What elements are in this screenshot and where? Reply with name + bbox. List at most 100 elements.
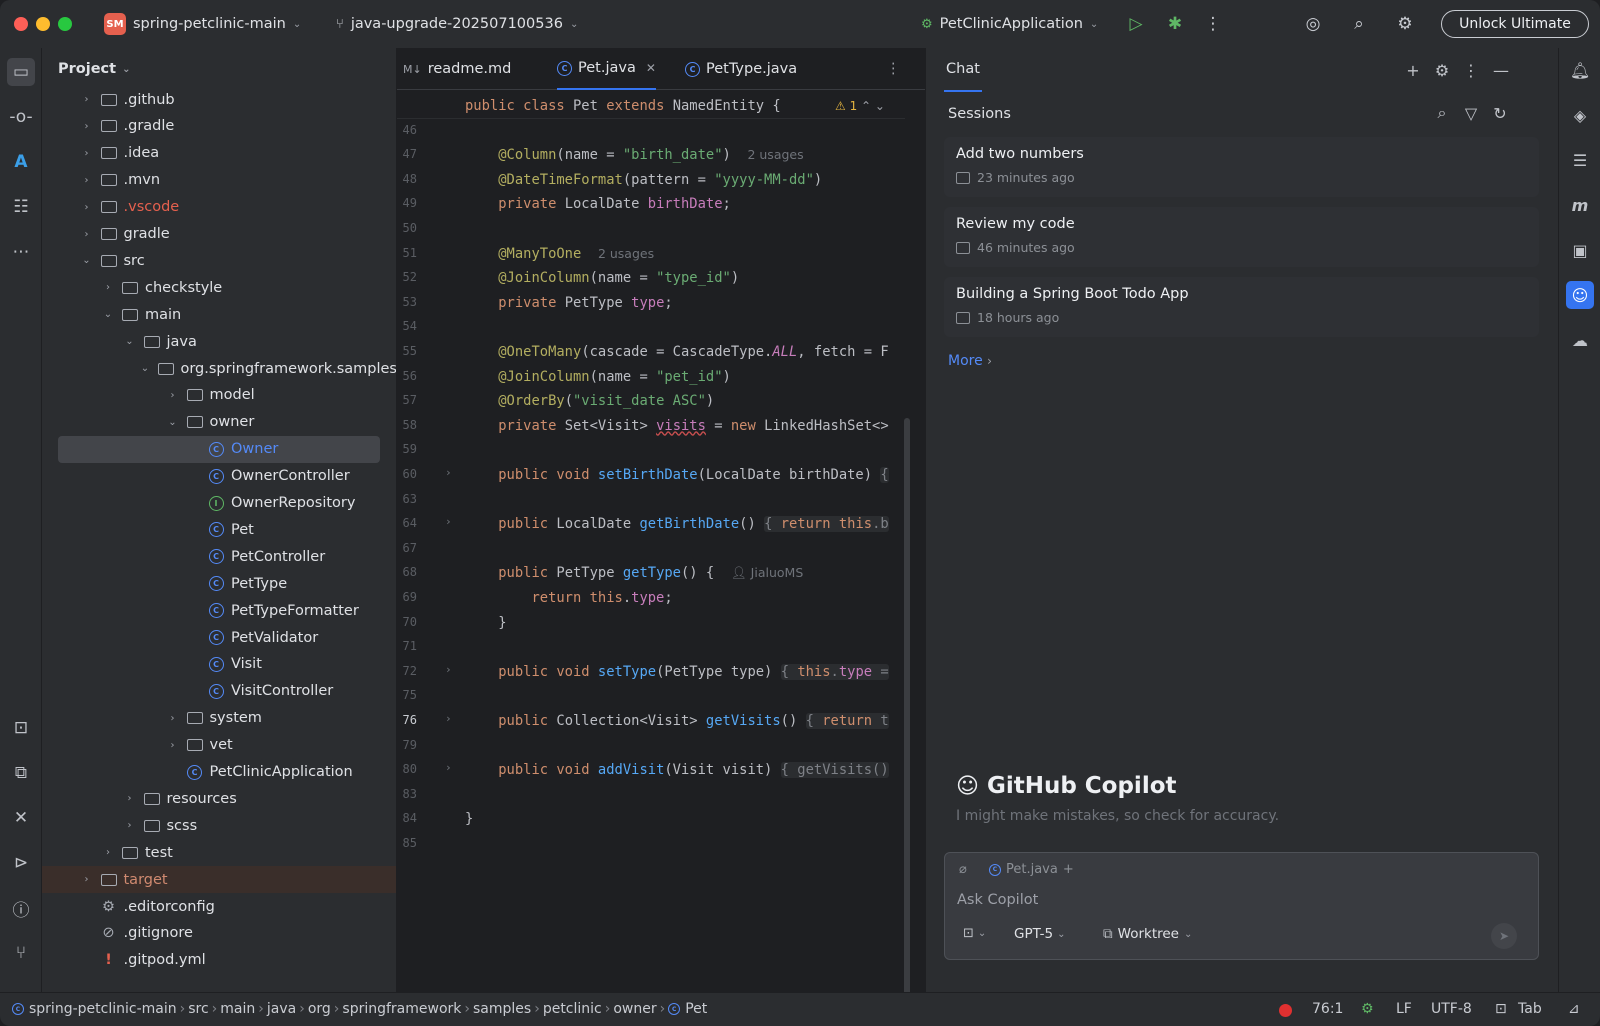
editor-scrollbar[interactable] [904,418,910,1018]
minimize-panel-icon[interactable]: — [1490,59,1512,81]
chevron-right-icon[interactable]: › [166,713,180,724]
more-sessions-link[interactable]: More › [948,353,992,369]
chevron-right-icon[interactable]: › [80,175,94,186]
chevron-right-icon[interactable]: › [123,820,137,831]
run-config-selector[interactable]: ⚙ PetClinicApplication ⌄ [921,12,1098,36]
tree-item[interactable]: C Pet [42,516,396,543]
context-file-chip[interactable]: C Pet.java + [989,862,1074,877]
chevron-right-icon[interactable]: › [123,793,137,804]
tab-pet-java[interactable]: C Pet.java ✕ [557,48,656,90]
readonly-lock-icon[interactable]: ⊿ [1568,1001,1580,1017]
breadcrumb-item[interactable]: owner [613,1001,656,1017]
services-icon[interactable]: ⧉ [7,759,35,787]
tree-item[interactable]: C PetController [42,543,396,570]
breadcrumb-item[interactable]: java [267,1001,296,1017]
cloud-icon[interactable]: ☁ [1566,326,1594,354]
chevron-down-icon[interactable]: ⌄ [80,255,94,266]
commit-icon[interactable]: -o- [7,103,35,131]
tab-readme[interactable]: M↓ readme.md [403,48,511,90]
breadcrumb-item[interactable]: src [188,1001,208,1017]
chat-input[interactable]: Ask Copilot [957,892,1038,908]
more-tools-icon[interactable]: ⋯ [7,238,35,266]
tree-item[interactable]: › resources [42,785,396,812]
close-tab-icon[interactable]: ✕ [646,61,656,75]
build-tools-icon[interactable]: ✕ [7,804,35,832]
breadcrumb-item[interactable]: main [220,1001,255,1017]
tree-item[interactable]: › checkstyle [42,274,396,301]
tree-item[interactable]: C OwnerController [42,463,396,490]
structure-icon[interactable]: ☷ [7,193,35,221]
filter-icon[interactable]: ▽ [1460,102,1482,124]
chevron-right-icon[interactable]: › [101,282,115,293]
chevron-right-icon[interactable]: › [166,390,180,401]
tree-item[interactable]: › .mvn [42,167,396,194]
tree-item[interactable]: C Owner [58,435,380,463]
tree-item[interactable]: › scss [42,812,396,839]
tree-item[interactable]: C PetClinicApplication [42,759,396,786]
model-selector[interactable]: GPT-5 ⌄ [1014,926,1065,942]
tree-item[interactable]: I OwnerRepository [42,490,396,517]
send-icon[interactable]: ➤ [1491,923,1517,949]
tree-item[interactable]: › gradle [42,221,396,248]
tree-item[interactable]: ⚙ .editorconfig [42,893,396,920]
ai-assistant-icon[interactable]: ◎ [1301,12,1325,36]
search-sessions-icon[interactable]: ⌕ [1431,102,1453,124]
unlock-ultimate-button[interactable]: Unlock Ultimate [1441,10,1589,38]
tree-item[interactable]: › test [42,839,396,866]
tab-chat[interactable]: Chat [944,48,982,92]
project-panel-header[interactable]: Project ⌄ [58,61,130,77]
fold-chevron-icon[interactable]: › [445,466,452,479]
tree-item[interactable]: › .vscode [42,194,396,221]
session-item[interactable]: Building a Spring Boot Todo App 18 hours… [944,277,1539,337]
warning-indicator[interactable]: ⚠ 1 ⌃ ⌄ [835,94,885,118]
ai-chat-icon[interactable]: ◈ [1566,101,1594,129]
minimize-window-button[interactable] [36,17,50,31]
chat-more-icon[interactable]: ⋮ [1460,59,1482,81]
run-icon[interactable]: ▷ [1124,12,1148,36]
mode-selector[interactable]: ⊡ ⌄ [963,926,986,941]
debug-icon[interactable]: ✱ [1163,12,1187,36]
tree-item[interactable]: C VisitController [42,678,396,705]
tree-item[interactable]: › .idea [42,140,396,167]
chevron-right-icon[interactable]: › [80,202,94,213]
chevron-right-icon[interactable]: › [80,94,94,105]
close-window-button[interactable] [14,17,28,31]
tree-item[interactable]: ⊘ .gitignore [42,920,396,947]
refresh-icon[interactable]: ↻ [1489,102,1511,124]
breadcrumb-item[interactable]: springframework [342,1001,461,1017]
tree-item[interactable]: ⌄ main [42,301,396,328]
chevron-right-icon[interactable]: › [80,121,94,132]
fold-chevron-icon[interactable]: › [445,761,452,774]
notifications-icon[interactable]: 🔔︎ [1566,56,1594,84]
tree-item[interactable]: C Visit [42,651,396,678]
tree-item[interactable]: ⌄ src [42,247,396,274]
line-separator[interactable]: LF [1396,1001,1412,1017]
chevron-right-icon[interactable]: › [80,148,94,159]
more-actions-icon[interactable]: ⋮ [1201,12,1225,36]
session-item[interactable]: Review my code 46 minutes ago [944,207,1539,267]
tree-item[interactable]: › system [42,705,396,732]
tree-item[interactable]: ⌄ java [42,328,396,355]
search-icon[interactable]: ⌕ [1347,12,1371,36]
tree-item[interactable]: › model [42,382,396,409]
tree-item[interactable]: ⌄ owner [42,409,396,436]
tree-item[interactable]: › target [42,866,396,894]
breadcrumb-item[interactable]: Pet [685,1001,707,1017]
database-icon[interactable]: ☰ [1566,146,1594,174]
file-encoding[interactable]: UTF-8 [1431,1001,1472,1017]
chevron-right-icon[interactable]: › [80,229,94,240]
session-item[interactable]: Add two numbers 23 minutes ago [944,137,1539,197]
chat-settings-icon[interactable]: ⚙ [1431,59,1453,81]
chevron-right-icon[interactable]: › [101,847,115,858]
chevron-down-icon[interactable]: ⌄ [123,336,137,347]
tab-pettype-java[interactable]: C PetType.java [685,48,797,90]
indent-setting[interactable]: Tab [1518,1001,1542,1017]
chevron-right-icon[interactable]: › [166,740,180,751]
fold-chevron-icon[interactable]: › [445,663,452,676]
tree-item[interactable]: ! .gitpod.yml [42,947,396,974]
record-icon[interactable] [1279,1004,1292,1017]
vcs-status-icon[interactable]: ⚙ [1361,1001,1374,1017]
tree-item[interactable]: › .gradle [42,113,396,140]
chevron-down-icon[interactable]: ⌄ [101,309,115,320]
tree-item[interactable]: C PetType [42,570,396,597]
